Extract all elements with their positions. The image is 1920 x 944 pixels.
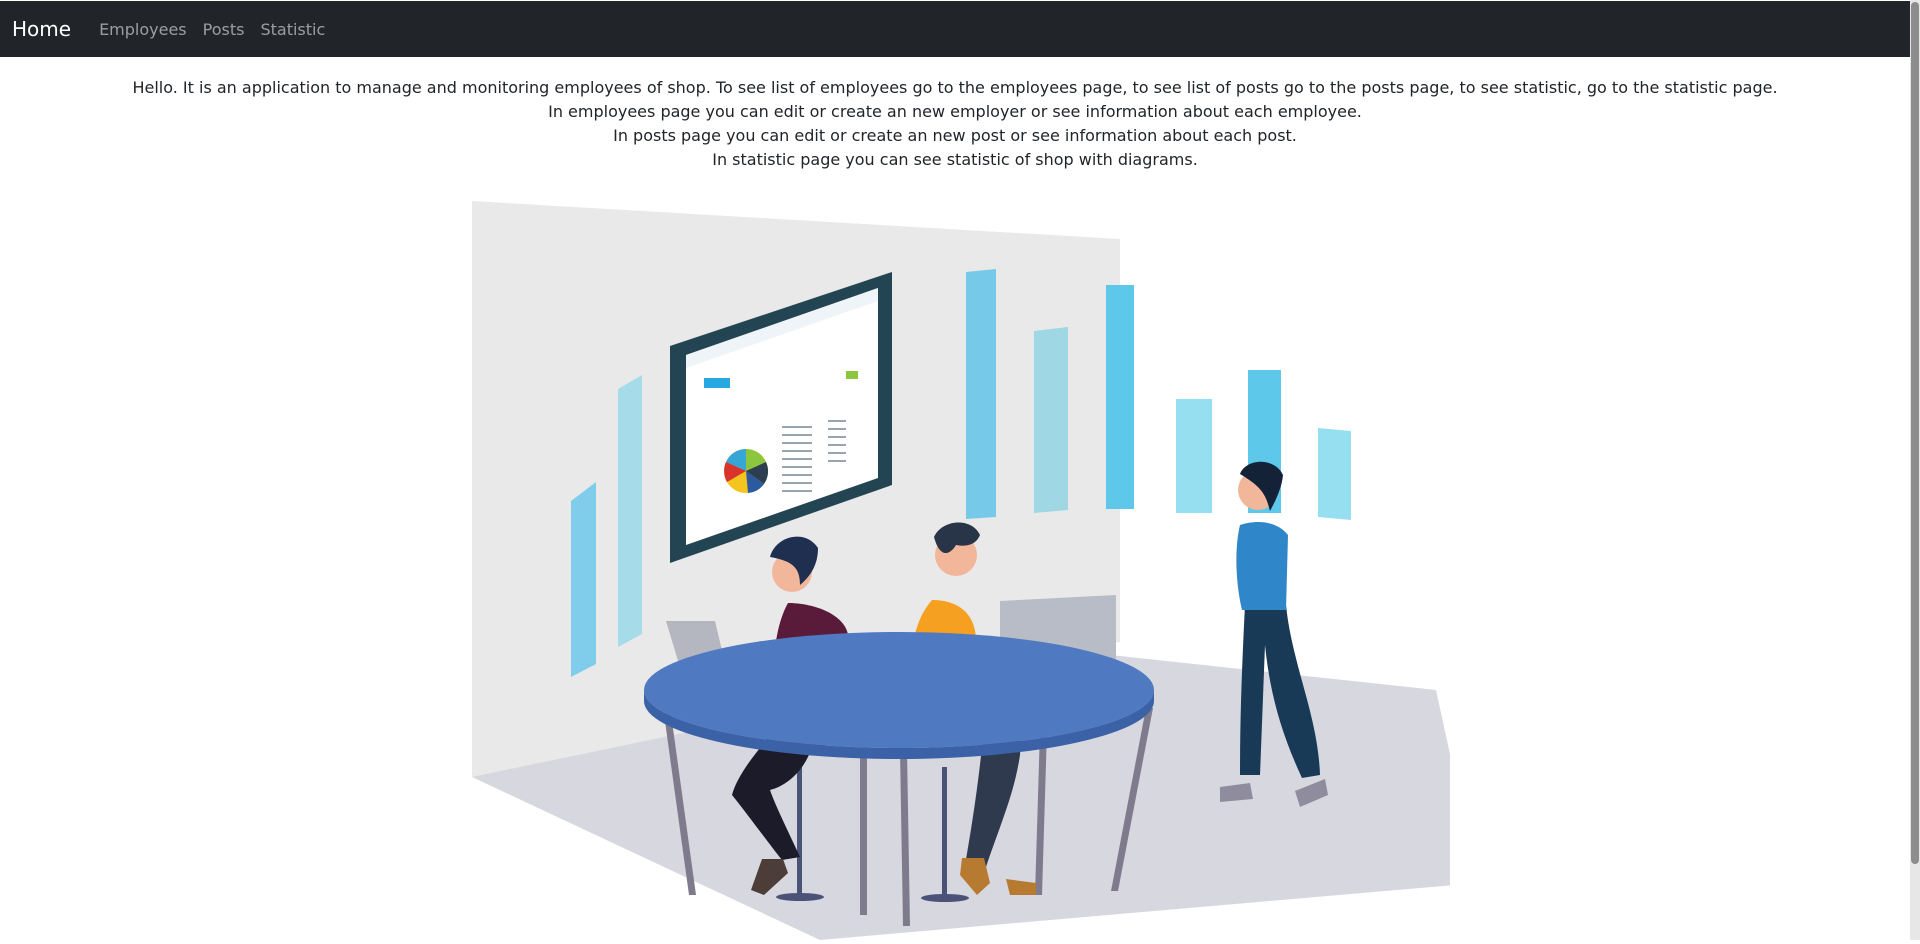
dashboard-chip bbox=[704, 378, 730, 388]
top-navbar: Home Employees Posts Statistic bbox=[0, 1, 1910, 57]
dashboard-pie-chart bbox=[724, 449, 769, 493]
nav-statistic-link[interactable]: Statistic bbox=[260, 20, 325, 39]
nav-posts-link[interactable]: Posts bbox=[203, 20, 245, 39]
table-top bbox=[644, 632, 1154, 748]
intro-line-4: In statistic page you can see statistic … bbox=[712, 150, 1198, 169]
wall-bar bbox=[571, 482, 596, 677]
man3-torso bbox=[1236, 522, 1288, 610]
scrollbar-thumb[interactable] bbox=[1911, 2, 1919, 864]
intro-line-3: In posts page you can edit or create an … bbox=[613, 126, 1297, 145]
right-bar bbox=[966, 269, 996, 519]
right-bar bbox=[1106, 285, 1134, 509]
wall-bar bbox=[618, 375, 642, 647]
nav-home-link[interactable]: Home bbox=[12, 17, 71, 41]
office-illustration bbox=[470, 195, 1478, 944]
vertical-scrollbar[interactable] bbox=[1910, 0, 1920, 940]
right-bar bbox=[1034, 327, 1068, 513]
right-bar bbox=[1176, 399, 1212, 513]
right-bar bbox=[1318, 428, 1351, 520]
intro-line-1: Hello. It is an application to manage an… bbox=[132, 78, 1778, 97]
dashboard-chip bbox=[846, 371, 858, 379]
intro-text: Hello. It is an application to manage an… bbox=[0, 76, 1910, 172]
intro-line-2: In employees page you can edit or create… bbox=[548, 102, 1362, 121]
nav-employees-link[interactable]: Employees bbox=[99, 20, 187, 39]
